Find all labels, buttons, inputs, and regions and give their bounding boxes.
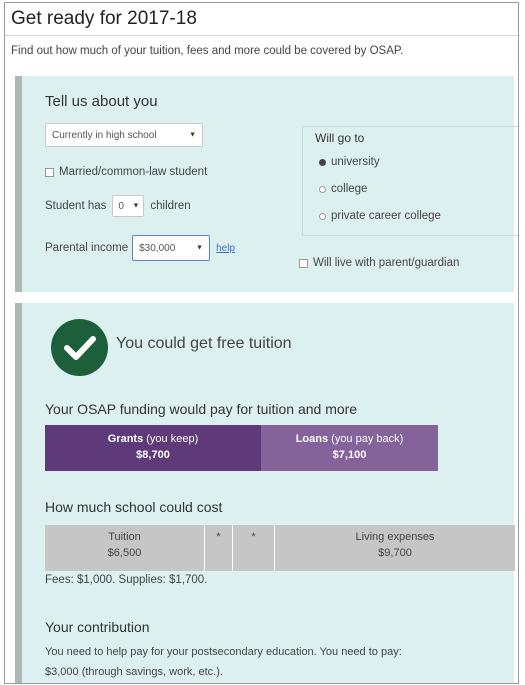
status-select-value: Currently in high school: [52, 129, 157, 141]
tuition-label: Tuition: [108, 531, 141, 543]
contribution-line-1: You need to help pay for your postsecond…: [45, 646, 402, 658]
children-select-value: 0: [118, 200, 124, 212]
status-select[interactable]: Currently in high school ▼: [45, 123, 203, 147]
fees-note: Fees: $1,000. Supplies: $1,700.: [45, 574, 208, 586]
married-checkbox-row[interactable]: Married/common-law student: [45, 166, 207, 178]
results-panel: You could get free tuition Your OSAP fun…: [15, 303, 515, 683]
radio-label-university: university: [331, 156, 380, 168]
radio-label-college: college: [331, 183, 368, 195]
grants-amount: $8,700: [136, 449, 170, 461]
title-divider: [5, 35, 518, 36]
tuition-cell: Tuition $6,500: [45, 525, 205, 571]
checkmark-circle-icon: [51, 319, 108, 376]
contribution-heading: Your contribution: [45, 619, 150, 635]
live-with-parent-label: Will live with parent/guardian: [313, 257, 460, 269]
radio-option-university[interactable]: university: [319, 156, 380, 168]
loans-bar: Loans (you pay back) $7,100: [261, 425, 438, 471]
radio-option-college[interactable]: college: [319, 183, 367, 195]
loans-note: (you pay back): [331, 433, 404, 445]
will-go-fieldset: Will go to university college private ca…: [302, 126, 518, 236]
living-amount: $9,700: [378, 547, 412, 559]
funding-heading: Your OSAP funding would pay for tuition …: [45, 401, 358, 417]
radio-private-career-college[interactable]: [319, 212, 326, 220]
chevron-down-icon: ▼: [132, 202, 140, 210]
income-row: Parental income $30,000 ▼ help: [45, 235, 235, 261]
cost-heading: How much school could cost: [45, 499, 223, 515]
loans-label: Loans: [295, 433, 329, 445]
income-select[interactable]: $30,000 ▼: [132, 235, 211, 261]
married-label: Married/common-law student: [59, 166, 208, 178]
live-with-parent-checkbox[interactable]: [299, 258, 308, 268]
radio-option-private-career-college[interactable]: private career college: [319, 210, 441, 222]
grants-bar: Grants (you keep) $8,700: [45, 425, 261, 471]
page-title: Get ready for 2017-18: [11, 8, 197, 29]
tuition-amount: $6,500: [107, 547, 142, 559]
chevron-down-icon: ▼: [189, 131, 196, 139]
page-subtitle: Find out how much of your tuition, fees …: [11, 45, 404, 57]
radio-college[interactable]: [319, 185, 326, 193]
result-message: You could get free tuition: [116, 335, 292, 352]
children-suffix: children: [150, 200, 191, 212]
living-label: Living expenses: [355, 531, 435, 543]
live-with-parent-row[interactable]: Will live with parent/guardian: [299, 257, 459, 269]
fees-cell: *: [205, 525, 233, 571]
page-frame: Get ready for 2017-18 Find out how much …: [4, 2, 519, 684]
supplies-cell: *: [233, 525, 275, 571]
living-expenses-cell: Living expenses $9,700: [275, 525, 515, 571]
checkmark-icon: [64, 336, 96, 360]
fees-marker: *: [216, 531, 221, 543]
cost-bar: Tuition $6,500 * * Living expenses $9,70…: [45, 525, 515, 571]
radio-university[interactable]: [319, 158, 326, 166]
loans-amount: $7,100: [332, 449, 367, 461]
income-help-link[interactable]: help: [216, 243, 235, 254]
will-go-heading: Will go to: [315, 131, 365, 145]
about-heading: Tell us about you: [45, 93, 158, 110]
income-label: Parental income: [45, 242, 129, 254]
funding-bar: Grants (you keep) $8,700 Loans (you pay …: [45, 425, 438, 471]
children-select[interactable]: 0 ▼: [112, 195, 145, 217]
chevron-down-icon: ▼: [196, 244, 204, 252]
about-panel: Tell us about you Currently in high scho…: [15, 76, 518, 292]
supplies-marker: *: [251, 531, 256, 543]
contribution-line-2: $3,000 (through savings, work, etc.).: [45, 666, 223, 678]
grants-label: Grants: [107, 433, 144, 445]
children-row: Student has 0 ▼ children: [45, 195, 191, 217]
children-prefix: Student has: [45, 200, 107, 212]
radio-label-private-career-college: private career college: [331, 210, 441, 222]
income-select-value: $30,000: [139, 242, 176, 254]
married-checkbox[interactable]: [45, 167, 54, 177]
grants-note: (you keep): [146, 433, 199, 445]
